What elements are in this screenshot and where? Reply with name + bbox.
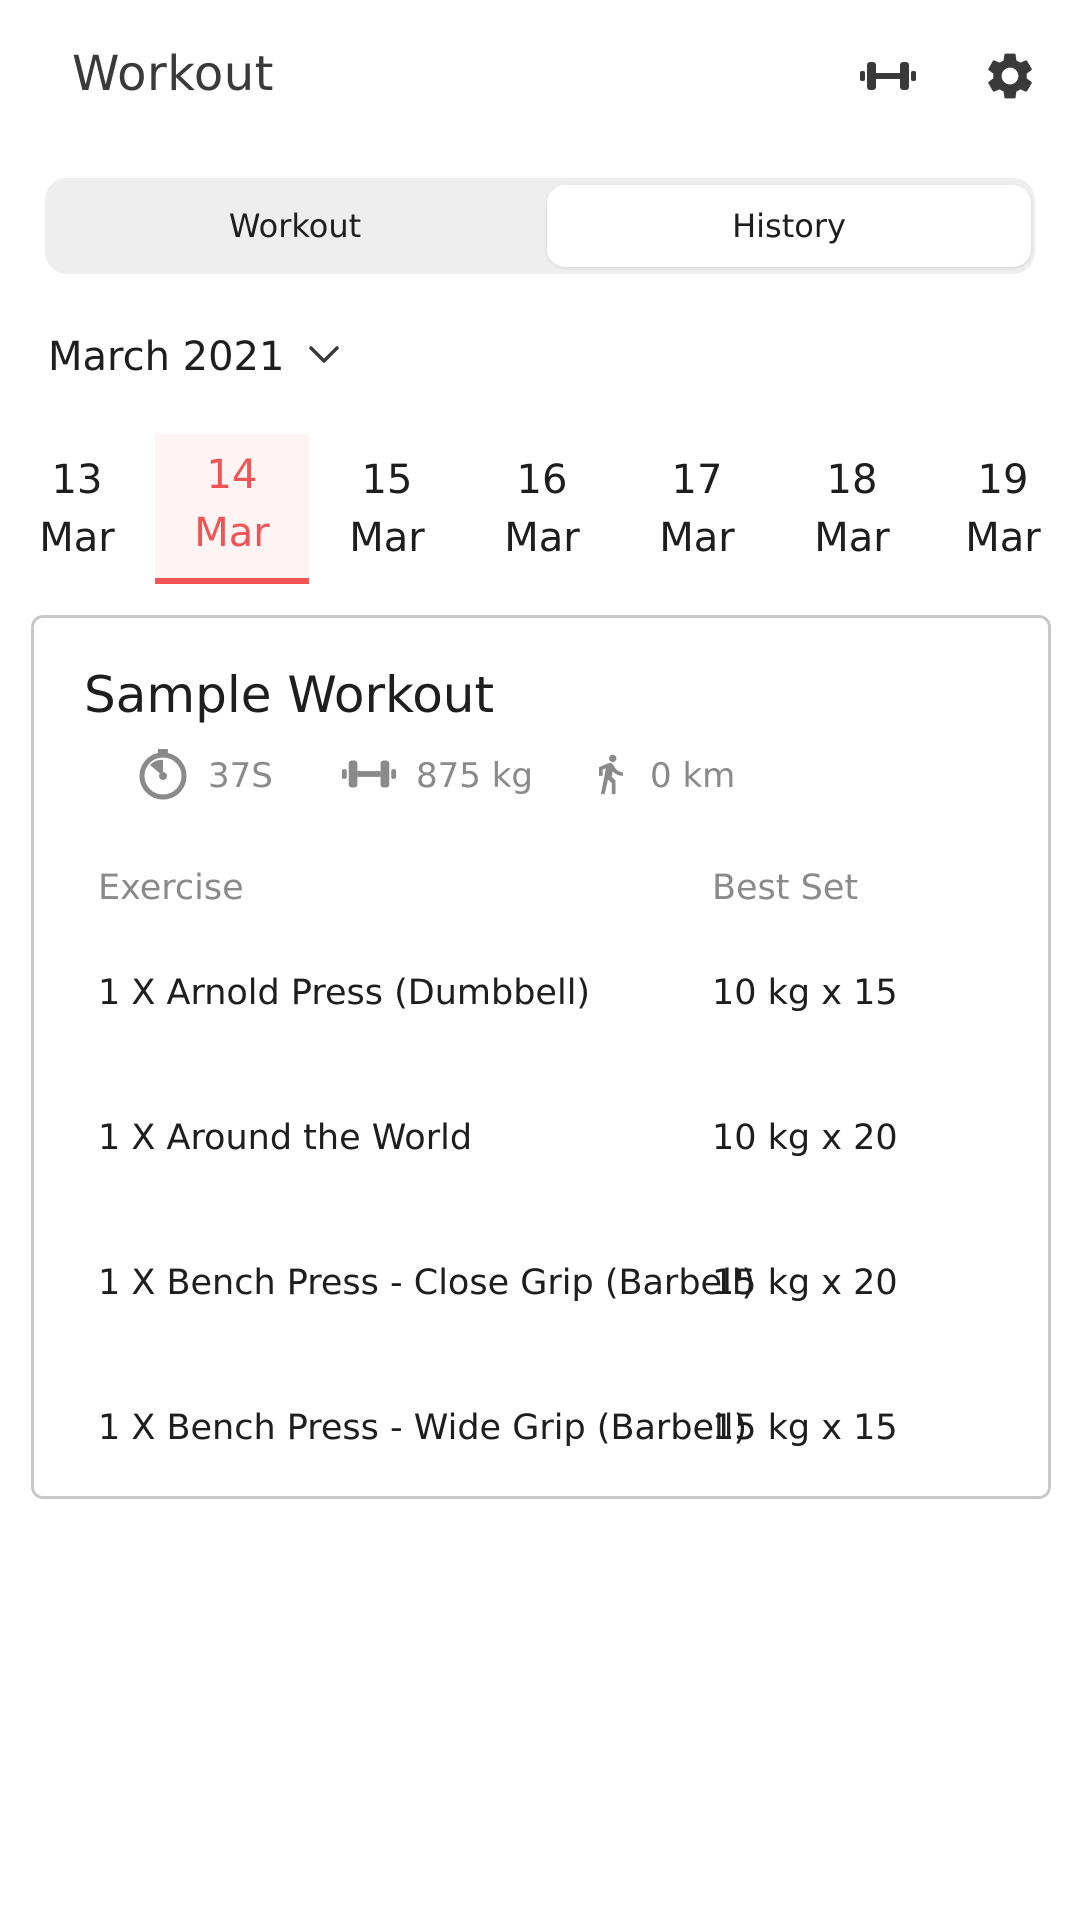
exercise-name: 1 X Bench Press - Wide Grip (Barbell): [98, 1408, 748, 1448]
date-item-16[interactable]: 16 Mar: [465, 434, 619, 584]
distance-stat: 0 km: [588, 746, 735, 806]
date-day: 13: [51, 457, 103, 503]
tab-workout[interactable]: Workout: [53, 185, 537, 267]
date-day: 18: [826, 457, 878, 503]
date-item-14-selected[interactable]: 14 Mar: [155, 434, 309, 584]
date-month: Mar: [349, 515, 425, 561]
date-item-17[interactable]: 17 Mar: [620, 434, 774, 584]
date-month: Mar: [39, 515, 115, 561]
exercise-best-set: 10 kg x 15: [712, 973, 898, 1013]
exercise-column-header: Exercise: [98, 868, 244, 908]
month-label: March 2021: [48, 334, 285, 380]
date-item-13[interactable]: 13 Mar: [0, 434, 154, 584]
tab-history[interactable]: History: [547, 185, 1031, 267]
exercise-name: 1 X Arnold Press (Dumbbell): [98, 973, 591, 1013]
exercise-row: 1 X Bench Press - Wide Grip (Barbell) 15…: [34, 1408, 1048, 1468]
exercise-row: 1 X Around the World 10 kg x 20: [34, 1118, 1048, 1178]
view-segmented-control: Workout History: [45, 178, 1035, 274]
date-month: Mar: [504, 515, 580, 561]
exercise-row: 1 X Bench Press - Close Grip (Barbell) 1…: [34, 1263, 1048, 1323]
gear-icon[interactable]: [978, 44, 1042, 108]
exercise-row: 1 X Arnold Press (Dumbbell) 10 kg x 15: [34, 973, 1048, 1033]
duration-value: 37S: [208, 756, 273, 796]
weight-value: 875 kg: [416, 756, 533, 796]
date-strip: 13 Mar 14 Mar 15 Mar 16 Mar 17 Mar 18 Ma…: [0, 434, 1080, 584]
exercise-best-set: 15 kg x 20: [712, 1263, 898, 1303]
timer-icon: [136, 747, 190, 805]
page-title: Workout: [72, 46, 274, 102]
date-day: 19: [977, 457, 1029, 503]
date-month: Mar: [965, 515, 1041, 561]
date-day: 16: [516, 457, 568, 503]
date-day: 17: [671, 457, 723, 503]
date-day: 15: [361, 457, 413, 503]
date-item-19[interactable]: 19 Mar: [926, 434, 1080, 584]
workout-title: Sample Workout: [84, 666, 495, 724]
date-item-18[interactable]: 18 Mar: [775, 434, 929, 584]
month-dropdown[interactable]: March 2021: [48, 334, 342, 380]
walking-icon: [588, 744, 632, 808]
best-set-column-header: Best Set: [712, 868, 859, 908]
date-month: Mar: [659, 515, 735, 561]
exercise-best-set: 10 kg x 20: [712, 1118, 898, 1158]
date-month: Mar: [194, 510, 270, 556]
date-month: Mar: [814, 515, 890, 561]
date-day: 14: [206, 452, 258, 498]
exercise-best-set: 15 kg x 15: [712, 1408, 898, 1448]
workout-card[interactable]: Sample Workout 37S 875 kg 0 km Exercise …: [31, 615, 1051, 1499]
distance-value: 0 km: [650, 756, 736, 796]
exercise-name: 1 X Bench Press - Close Grip (Barbell): [98, 1263, 756, 1303]
chevron-down-icon: [306, 343, 342, 371]
dumbbell-icon: [340, 754, 398, 798]
exercise-name: 1 X Around the World: [98, 1118, 473, 1158]
duration-stat: 37S: [136, 746, 273, 806]
weight-stat: 875 kg: [340, 746, 533, 806]
dumbbell-icon[interactable]: [856, 44, 920, 108]
date-item-15[interactable]: 15 Mar: [310, 434, 464, 584]
